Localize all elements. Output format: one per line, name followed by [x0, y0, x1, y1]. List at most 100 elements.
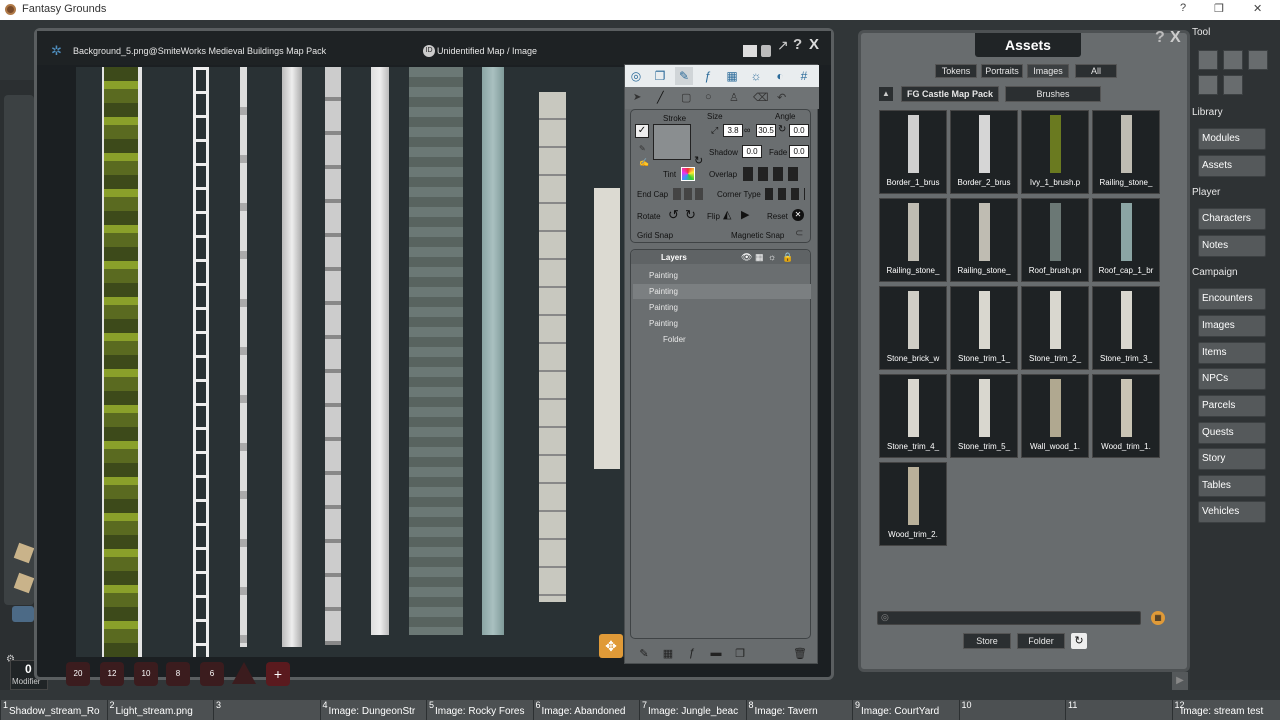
sidebar-item-encounters[interactable]: Encounters — [1198, 288, 1266, 310]
sidebar-item-characters[interactable]: Characters — [1198, 208, 1266, 230]
sidebar-item-vehicles[interactable]: Vehicles — [1198, 501, 1266, 523]
select-icon[interactable]: ➤ — [633, 92, 641, 103]
hotkey-slot[interactable]: 6Image: Abandoned — [533, 700, 639, 720]
add-layer-icon[interactable]: ✎ — [637, 647, 651, 661]
chat-icon[interactable] — [12, 606, 34, 622]
layer-row[interactable]: Painting — [633, 284, 811, 299]
hotkey-slot[interactable]: 7Image: Jungle_beac — [639, 700, 745, 720]
hotkey-slot[interactable]: 9Image: CourtYard — [852, 700, 958, 720]
lock-icon[interactable] — [761, 45, 771, 57]
hotkey-slot[interactable]: 1Shadow_stream_Ro — [0, 700, 106, 720]
help-icon[interactable]: ? — [1155, 29, 1165, 47]
image-tab-title[interactable]: Background_5.png@SmiteWorks Medieval Bui… — [73, 46, 326, 56]
asset-tile[interactable]: Stone_trim_2_ — [1021, 286, 1089, 370]
grid-icon[interactable]: # — [795, 67, 813, 85]
asset-tile[interactable]: Ivy_1_brush.p — [1021, 110, 1089, 194]
move-tool-icon[interactable]: ✥ — [599, 634, 623, 658]
die-d8-icon[interactable]: 8 — [166, 662, 190, 686]
hotkey-slot[interactable]: 4Image: DungeonStr — [320, 700, 426, 720]
rotate-right-icon[interactable]: ↻ — [685, 207, 696, 223]
refresh-icon[interactable]: ↻ — [1071, 633, 1087, 649]
sidebar-item-tables[interactable]: Tables — [1198, 475, 1266, 497]
tool-button-3[interactable] — [1248, 50, 1268, 70]
layer-folder-row[interactable]: Folder — [633, 332, 811, 347]
die-d10-icon[interactable]: 10 — [134, 662, 158, 686]
layers-icon[interactable]: ❐ — [651, 67, 669, 85]
die-d6-icon[interactable]: 6 — [200, 662, 224, 686]
hotkey-slot[interactable]: 5Image: Rocky Fores — [426, 700, 532, 720]
pack-button[interactable]: FG Castle Map Pack — [901, 86, 999, 102]
collapse-icon[interactable]: ▲ — [879, 87, 893, 101]
stroke-checkbox[interactable]: ✓ — [635, 124, 649, 138]
tool-calendar-icon[interactable] — [1223, 50, 1243, 70]
layer-row[interactable]: Painting — [633, 300, 811, 315]
vision-icon[interactable]: ◐ — [771, 67, 789, 85]
sidebar-item-items[interactable]: Items — [1198, 342, 1266, 364]
flip-horizontal-icon[interactable]: ◭ — [723, 208, 731, 221]
asset-tile[interactable]: Stone_brick_w — [879, 286, 947, 370]
asset-tile[interactable]: Stone_trim_3_ — [1092, 286, 1160, 370]
duplicate-icon[interactable]: ❐ — [733, 647, 747, 661]
asset-tile[interactable]: Railing_stone_ — [879, 198, 947, 282]
tab-all[interactable]: All — [1075, 64, 1117, 78]
hotkey-slot[interactable]: 11 — [1065, 700, 1171, 720]
reset-icon[interactable]: ✕ — [792, 209, 804, 221]
hotkey-slot[interactable]: 2Light_stream.png — [107, 700, 213, 720]
refresh-icon[interactable]: ↻ — [694, 154, 703, 167]
endcap-options[interactable] — [673, 188, 703, 200]
overlap-options[interactable] — [743, 167, 803, 181]
effects-icon[interactable]: ƒ — [699, 67, 717, 85]
tint-color-icon[interactable] — [681, 167, 695, 181]
link-icon[interactable]: ∞ — [744, 125, 750, 135]
tool-button-4[interactable] — [1198, 75, 1218, 95]
delete-icon[interactable]: 🗑 — [793, 647, 807, 661]
close-icon[interactable]: X — [809, 36, 819, 53]
help-icon[interactable]: ? — [793, 36, 802, 53]
id-icon[interactable]: ID — [423, 45, 435, 57]
rect-icon[interactable]: ▢ — [681, 91, 691, 104]
asset-tile[interactable]: Roof_cap_1_br — [1092, 198, 1160, 282]
size-width-input[interactable]: 3.8 — [723, 124, 743, 137]
asset-tile[interactable]: Wood_trim_1. — [1092, 374, 1160, 458]
add-fx-icon[interactable]: ƒ — [685, 647, 699, 661]
tab-portraits[interactable]: Portraits — [981, 64, 1023, 78]
asset-tile[interactable]: Stone_trim_5_ — [950, 374, 1018, 458]
asset-tile[interactable]: Wall_wood_1. — [1021, 374, 1089, 458]
asset-tile[interactable]: Stone_trim_1_ — [950, 286, 1018, 370]
asset-tile[interactable]: Railing_stone_ — [1092, 110, 1160, 194]
asset-tile[interactable]: Border_1_brus — [879, 110, 947, 194]
undo-icon[interactable]: ↶ — [777, 91, 786, 104]
sidebar-item-assets[interactable]: Assets — [1198, 155, 1266, 177]
die-d20-icon[interactable]: 20 — [66, 662, 90, 686]
circle-icon[interactable]: ○ — [705, 91, 712, 103]
brushes-button[interactable]: Brushes — [1005, 86, 1101, 102]
close-icon[interactable]: X — [1170, 29, 1181, 47]
pencil-icon[interactable]: ✎ — [639, 144, 646, 153]
tool-settings-icon[interactable] — [1223, 75, 1243, 95]
asset-tile[interactable]: Railing_stone_ — [950, 198, 1018, 282]
tool-button-1[interactable] — [1198, 50, 1218, 70]
asset-tile[interactable]: Stone_trim_4_ — [879, 374, 947, 458]
star-icon[interactable]: ✲ — [51, 43, 62, 59]
sidebar-item-notes[interactable]: Notes — [1198, 235, 1266, 257]
sidebar-item-images[interactable]: Images — [1198, 315, 1266, 337]
layer-row[interactable]: Painting — [633, 316, 811, 331]
sidebar-item-modules[interactable]: Modules — [1198, 128, 1266, 150]
hotkey-slot[interactable]: 12Image: stream test — [1172, 700, 1278, 720]
filter-icon[interactable]: ▦ — [1151, 611, 1165, 625]
die-d12-icon[interactable]: 12 — [100, 662, 124, 686]
hotkey-slot[interactable]: 8Image: Tavern — [746, 700, 852, 720]
asset-search-input[interactable]: ◎ — [877, 611, 1141, 625]
stroke-preview[interactable] — [653, 124, 691, 160]
cornertype-options[interactable] — [765, 188, 805, 200]
map-canvas[interactable] — [76, 67, 629, 657]
sidebar-item-quests[interactable]: Quests — [1198, 422, 1266, 444]
angle-input[interactable]: 0.0 — [789, 124, 809, 137]
flip-vertical-icon[interactable]: ▶ — [741, 208, 749, 221]
fade-input[interactable]: 0.0 — [789, 145, 809, 158]
line-icon[interactable]: ╱ — [657, 91, 664, 104]
hotkey-slot[interactable]: 3 — [213, 700, 319, 720]
folder-button[interactable]: Folder — [1017, 633, 1065, 649]
asset-tile[interactable]: Border_2_brus — [950, 110, 1018, 194]
sidebar-item-npcs[interactable]: NPCs — [1198, 368, 1266, 390]
